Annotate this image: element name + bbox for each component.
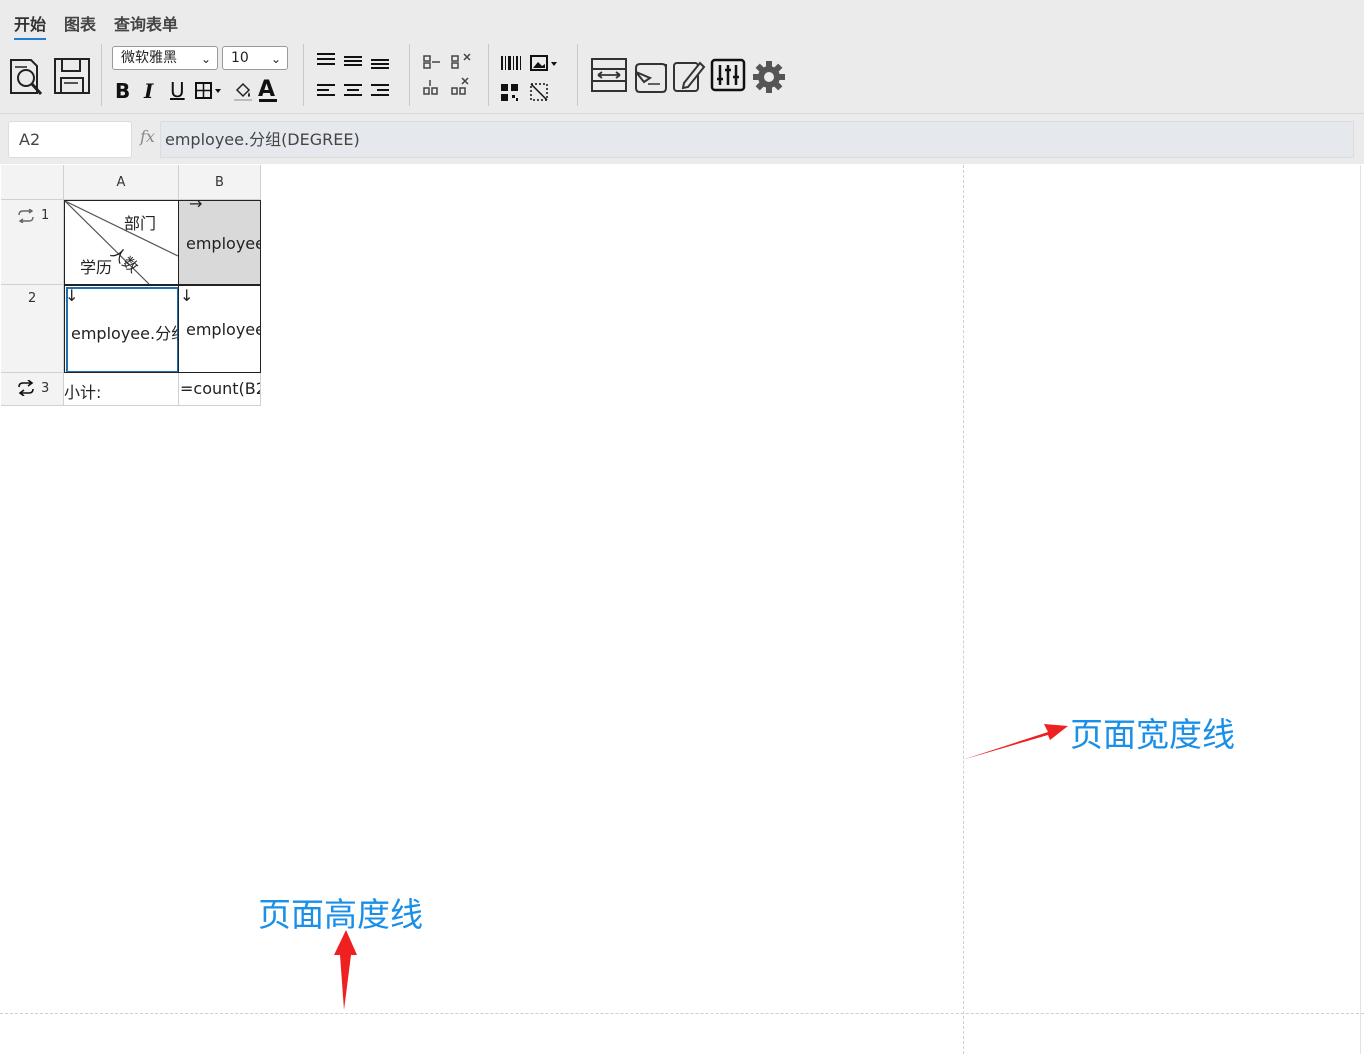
page-height-annotation: 页面高度线 <box>258 895 423 934</box>
arrow-to-width-line <box>962 724 1068 760</box>
arrow-to-height-line <box>334 930 357 1010</box>
annotation-arrows <box>334 724 1068 1010</box>
page-width-annotation: 页面宽度线 <box>1070 715 1235 754</box>
